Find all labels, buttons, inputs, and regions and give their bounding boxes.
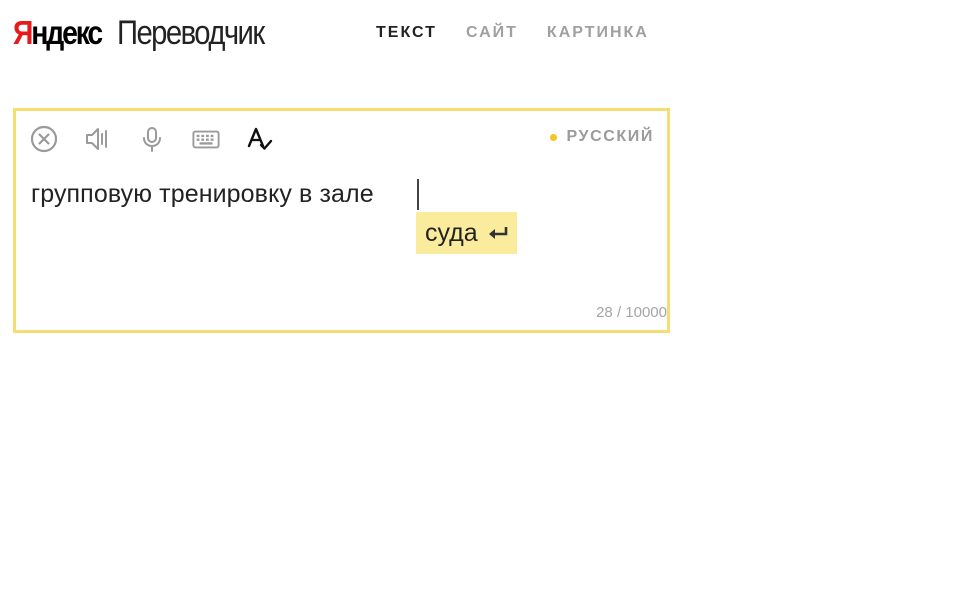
keyboard-icon xyxy=(192,130,220,149)
logo-product-name: Переводчик xyxy=(117,13,265,52)
clear-icon xyxy=(30,125,58,153)
source-text-input[interactable]: групповую тренировку в зале xyxy=(31,180,374,209)
enter-icon xyxy=(487,225,509,241)
input-toolbar xyxy=(30,125,300,153)
text-cursor xyxy=(417,179,419,210)
language-indicator-dot xyxy=(549,133,557,141)
voice-input-button[interactable] xyxy=(138,125,166,153)
logo-brand-rest: ндекс xyxy=(31,14,103,51)
character-counter: 28 / 10000 xyxy=(596,304,667,321)
speaker-icon xyxy=(86,128,107,150)
suggestion-text: суда xyxy=(425,218,478,247)
page: Яндекс Переводчик ТЕКСТ САЙТ КАРТИНКА РУ… xyxy=(0,0,960,605)
microphone-icon xyxy=(143,127,161,152)
spellcheck-button[interactable] xyxy=(246,125,274,153)
clear-button[interactable] xyxy=(30,125,58,153)
logo-brand: Яндекс xyxy=(13,14,103,52)
logo-brand-first-letter: Я xyxy=(13,14,33,51)
source-language-selector[interactable]: РУССКИЙ xyxy=(549,128,655,146)
listen-button[interactable] xyxy=(84,125,112,153)
tab-text[interactable]: ТЕКСТ xyxy=(376,24,437,42)
mode-tabs: ТЕКСТ САЙТ КАРТИНКА xyxy=(376,24,678,42)
tab-site[interactable]: САЙТ xyxy=(466,24,518,42)
source-text-panel: РУССКИЙ групповую тренировку в зале суда… xyxy=(13,108,670,333)
yandex-translate-logo[interactable]: Яндекс Переводчик xyxy=(13,10,287,56)
spellcheck-icon xyxy=(247,127,273,150)
source-language-label: РУССКИЙ xyxy=(566,128,654,145)
virtual-keyboard-button[interactable] xyxy=(192,125,220,153)
autocomplete-suggestion[interactable]: суда xyxy=(416,212,517,254)
tab-image[interactable]: КАРТИНКА xyxy=(547,24,649,42)
